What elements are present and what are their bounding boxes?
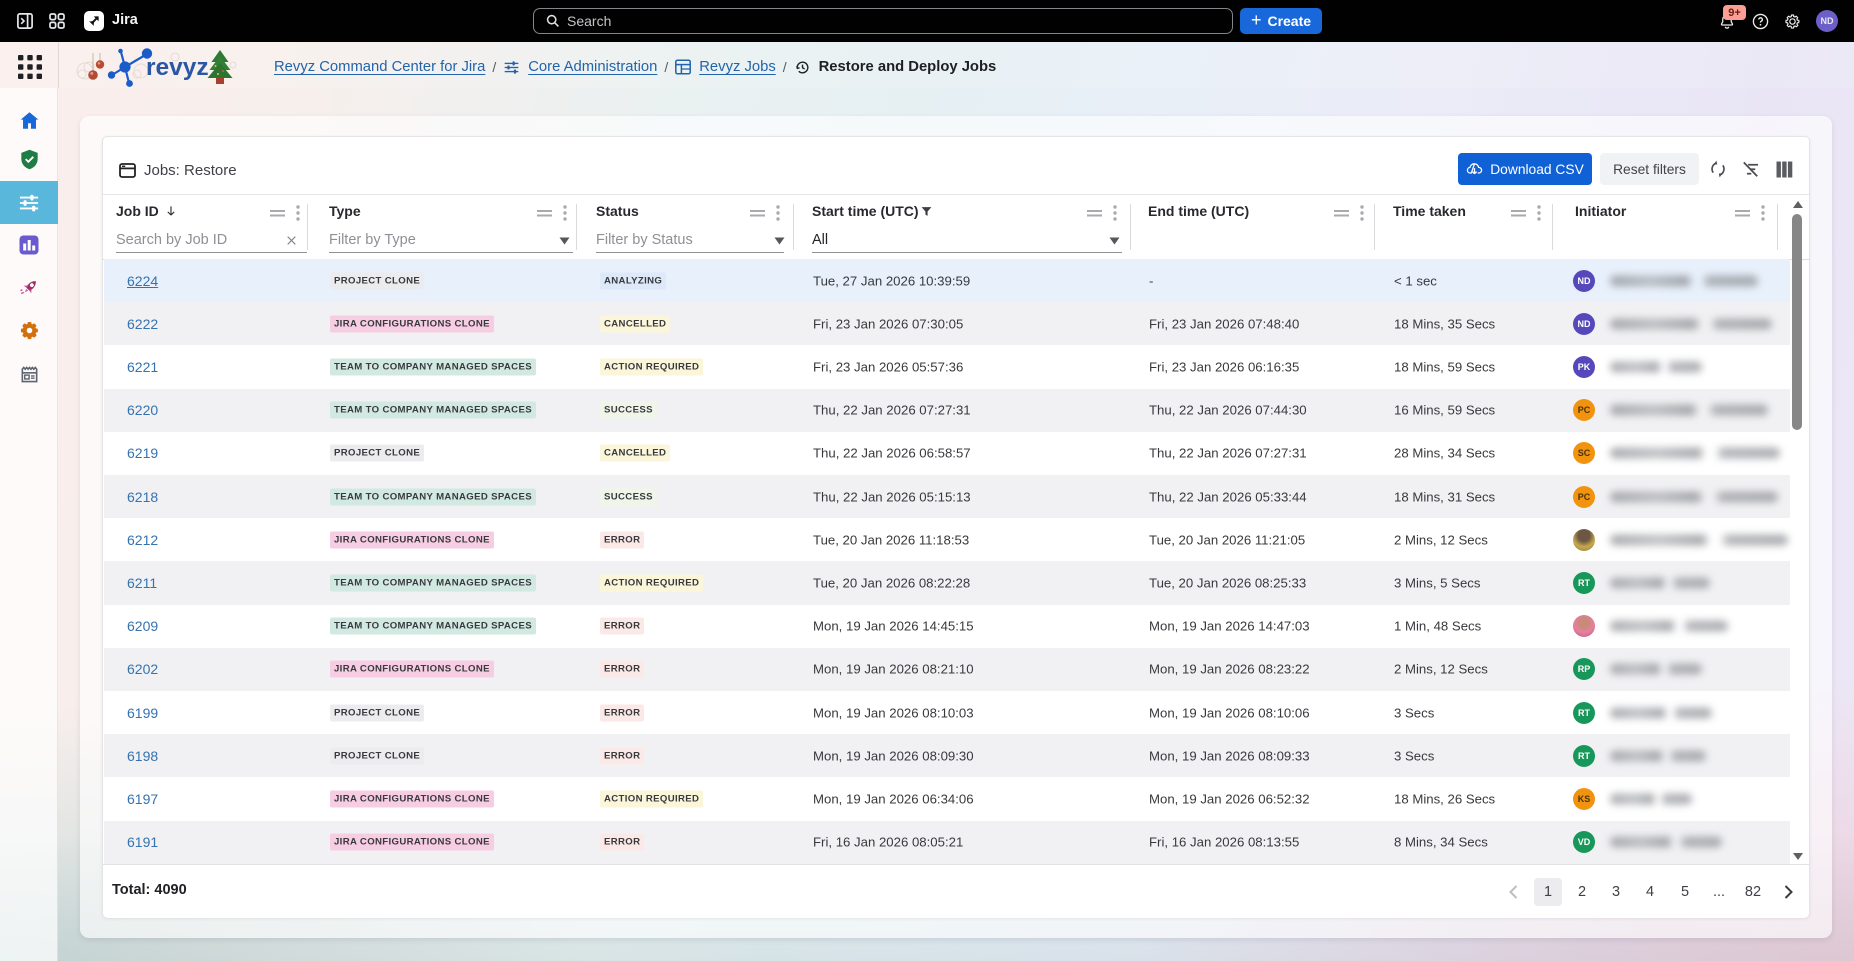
- svg-text:revyz: revyz: [146, 54, 209, 81]
